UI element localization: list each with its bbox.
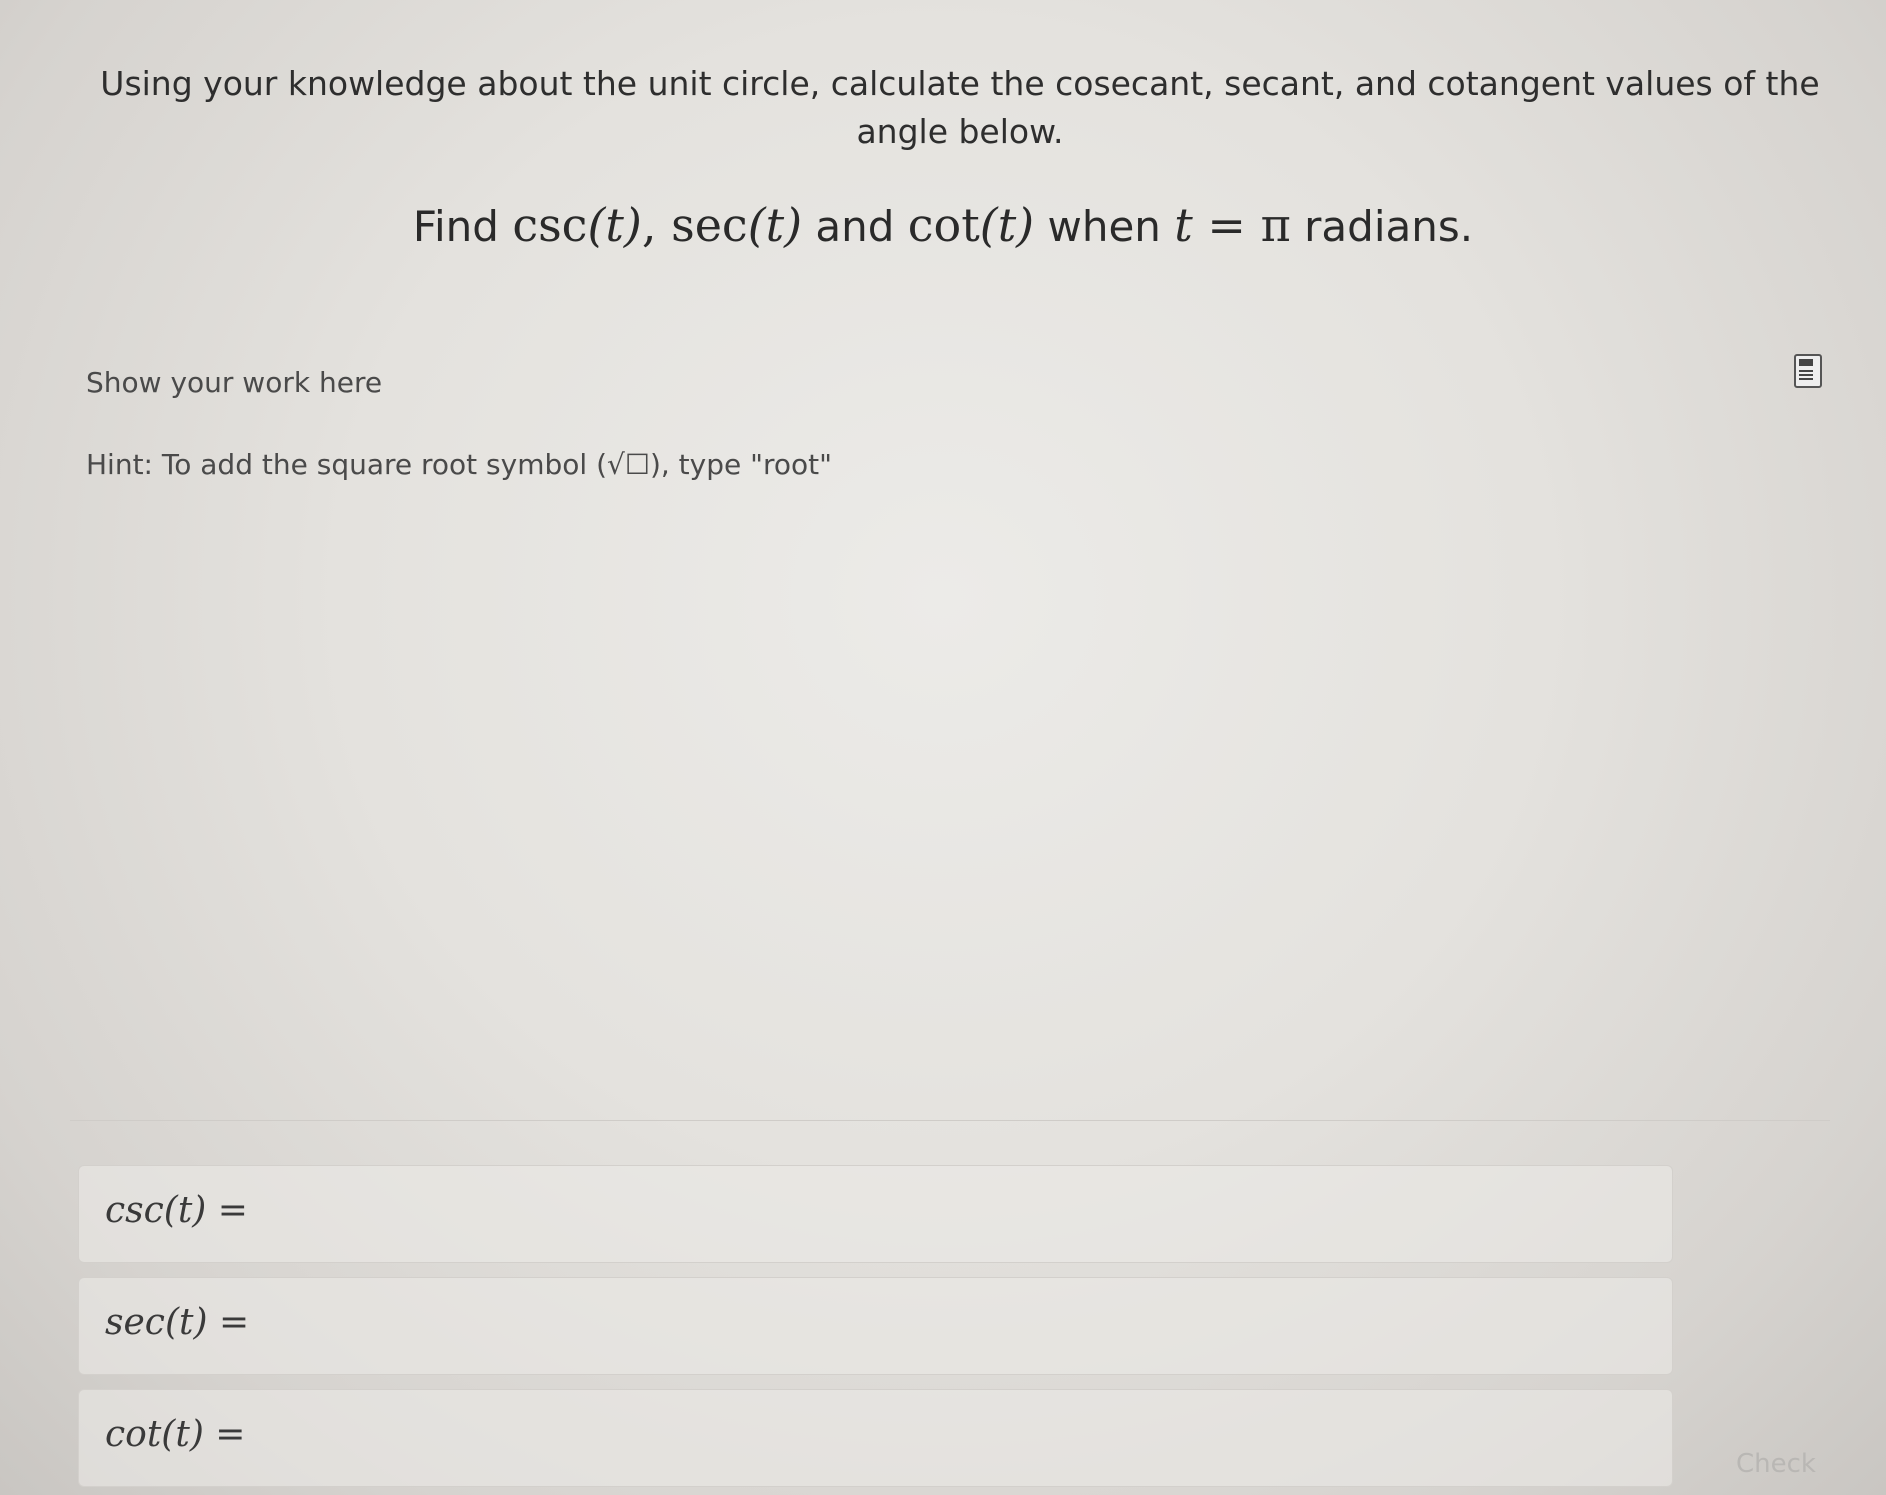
csc-function: csc — [512, 198, 588, 252]
question-page: Using your knowledge about the unit circ… — [0, 0, 1886, 1495]
sec-answer-label: sec(t) = — [105, 1302, 250, 1343]
answer-row-csc: csc(t) = — [78, 1165, 1673, 1263]
sec-answer-input[interactable] — [254, 1292, 1648, 1358]
answer-row-sec: sec(t) = — [78, 1277, 1673, 1375]
show-work-label: Show your work here — [86, 366, 383, 399]
csc-argument: (t) — [587, 198, 642, 252]
and-word: and — [802, 202, 908, 251]
answer-row-cot: cot(t) = — [78, 1389, 1673, 1487]
question-text: Using your knowledge about the unit circ… — [100, 64, 1820, 151]
hint-suffix: ), type "root" — [649, 448, 833, 481]
csc-answer-label: csc(t) = — [105, 1190, 248, 1231]
comma: , — [641, 198, 672, 252]
find-word: Find — [412, 202, 513, 251]
cot-argument: (t) — [979, 198, 1035, 252]
square-root-icon: √☐ — [607, 448, 650, 481]
sec-function: sec — [671, 198, 748, 252]
check-button[interactable]: Check — [1730, 1448, 1822, 1480]
sec-argument: (t) — [747, 198, 803, 252]
hint-text: Hint: To add the square root symbol (√☐)… — [86, 448, 832, 481]
equals-pi: = π — [1192, 198, 1291, 252]
show-work-area[interactable]: Show your work here Hint: To add the squ… — [70, 340, 1830, 1121]
cot-answer-label: cot(t) = — [105, 1414, 246, 1455]
when-word: when — [1034, 202, 1175, 251]
t-variable: t — [1174, 198, 1193, 252]
calculator-icon[interactable] — [1794, 354, 1822, 388]
hint-prefix: Hint: To add the square root symbol ( — [86, 448, 607, 481]
answer-list: csc(t) = sec(t) = cot(t) = — [78, 1165, 1673, 1495]
find-statement: Find csc(t), sec(t) and cot(t) when t = … — [0, 198, 1886, 252]
radians-word: radians. — [1290, 202, 1474, 251]
csc-answer-input[interactable] — [254, 1180, 1648, 1246]
cot-function: cot — [907, 198, 980, 252]
cot-answer-input[interactable] — [254, 1404, 1648, 1470]
